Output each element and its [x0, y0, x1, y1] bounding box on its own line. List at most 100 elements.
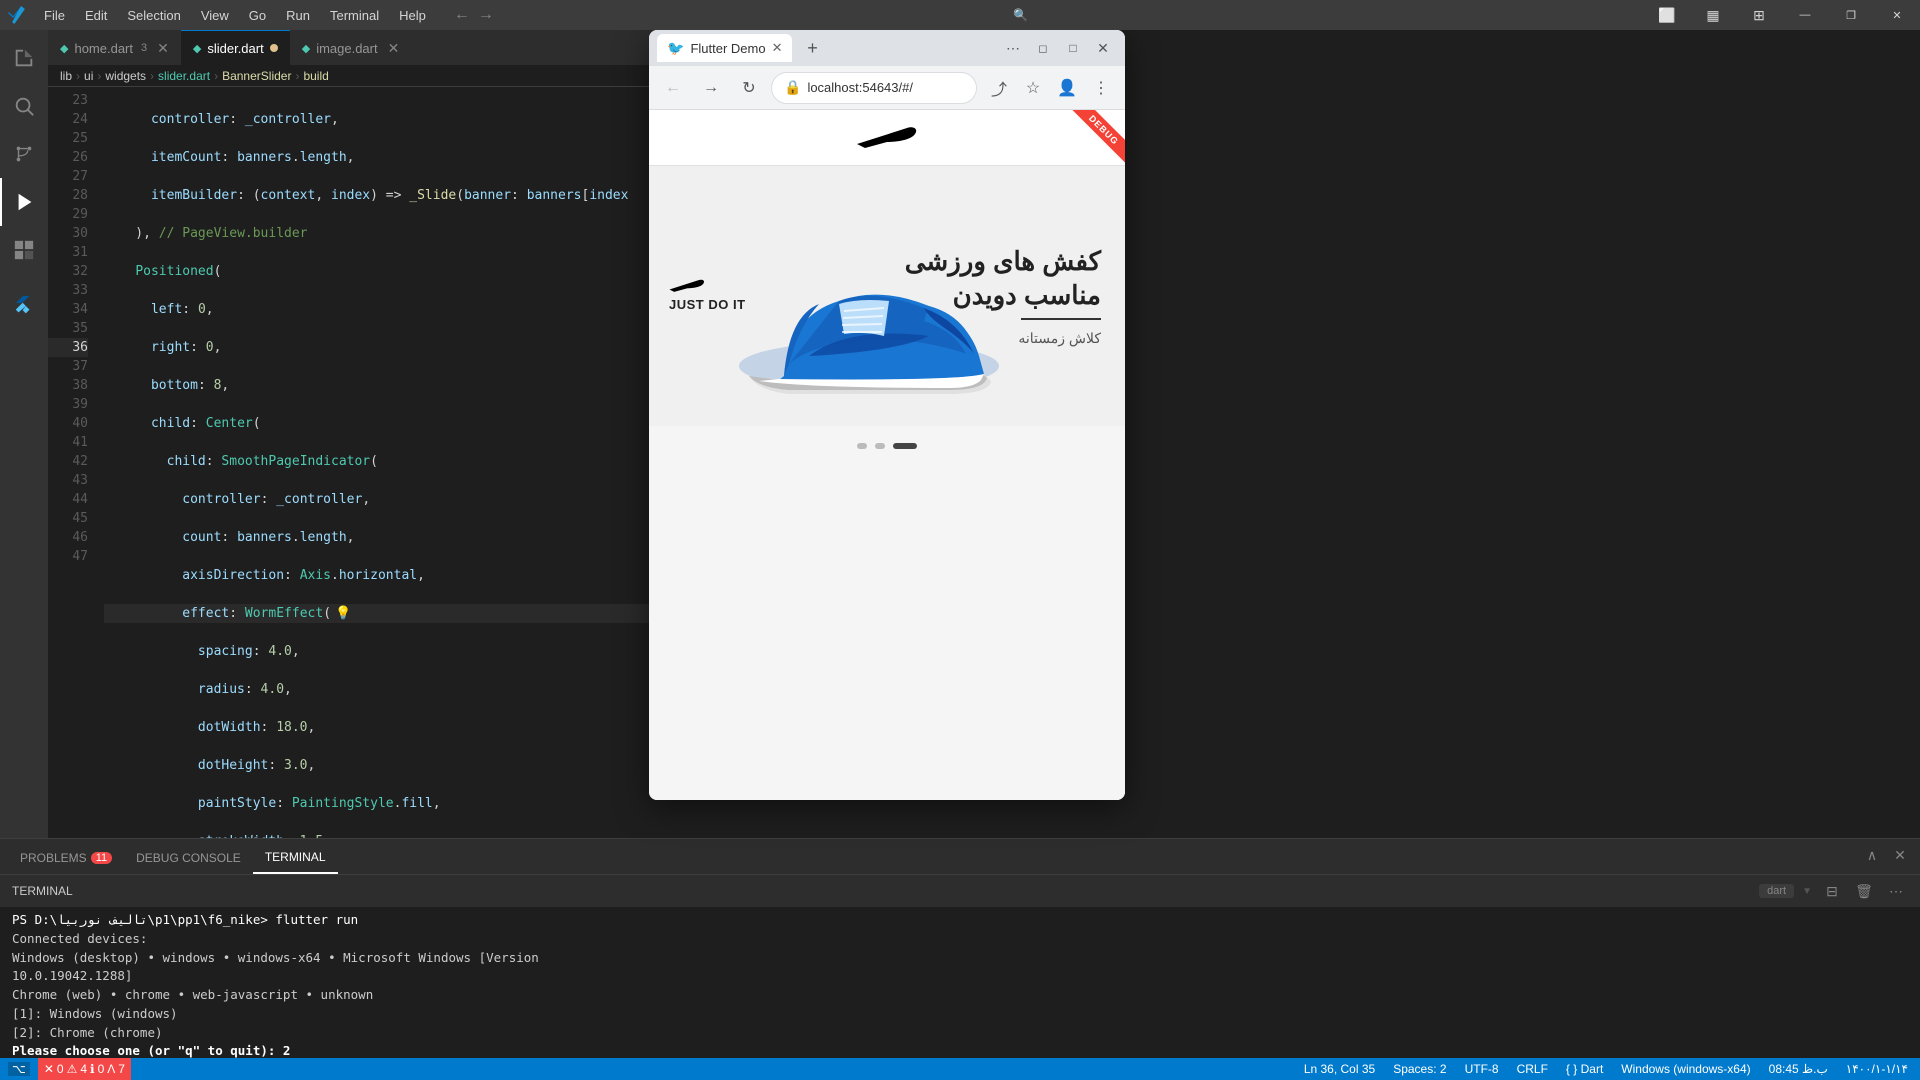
terminal-label: TERMINAL — [12, 884, 73, 898]
panel-toolbar-right: ∧ ✕ — [1860, 843, 1912, 867]
back-button[interactable]: ← — [454, 6, 470, 24]
terminal-trash-icon[interactable]: 🗑 — [1852, 879, 1876, 903]
status-line-ending[interactable]: CRLF — [1513, 1062, 1552, 1076]
terminal-line-1: PS D:\تالیف نوربیا\p1\pp1\f6_nike> flutt… — [12, 911, 1908, 930]
warning-icon: ⚠ — [67, 1062, 78, 1076]
status-language[interactable]: { } Dart — [1562, 1062, 1607, 1076]
address-bar[interactable]: 🔒 localhost:54643/#/ — [771, 72, 977, 104]
browser-tab-title: Flutter Demo — [690, 41, 765, 56]
menu-file[interactable]: File — [36, 6, 73, 25]
tab-problems[interactable]: PROBLEMS 11 — [8, 842, 124, 874]
share-icon[interactable]: ⤴ — [983, 72, 1015, 104]
menu-terminal[interactable]: Terminal — [322, 6, 387, 25]
tab-image-dart[interactable]: ◆ image.dart ✕ — [290, 30, 412, 65]
menu-help[interactable]: Help — [391, 6, 434, 25]
window-grid-icon[interactable]: ⊞ — [1736, 0, 1782, 30]
browser-maximize-icon[interactable]: □ — [1059, 34, 1087, 62]
vscode-logo-icon — [8, 6, 26, 24]
dart-file-icon: ◆ — [60, 42, 68, 55]
dart-file-icon-3: ◆ — [302, 42, 310, 55]
status-platform[interactable]: Windows (windows-x64) — [1617, 1062, 1754, 1076]
nike-small-logo-icon — [669, 279, 705, 293]
nike-logo-icon — [857, 126, 917, 150]
window-split-icon[interactable]: ⬜ — [1644, 0, 1690, 30]
menu-edit[interactable]: Edit — [77, 6, 115, 25]
flutter-favicon-icon: 🐦 — [667, 40, 684, 57]
terminal-menu-icon[interactable]: ⋯ — [1884, 879, 1908, 903]
activity-source-control-icon[interactable] — [0, 130, 48, 178]
panel-close-icon[interactable]: ✕ — [1888, 843, 1912, 867]
tab-terminal[interactable]: TERMINAL — [253, 842, 338, 874]
status-date: ۱۴۰۰/۱-۱/۱۴ — [1842, 1062, 1912, 1076]
panel-tabs: PROBLEMS 11 DEBUG CONSOLE TERMINAL ∧ ✕ — [0, 839, 1920, 874]
status-cursor[interactable]: Ln 36, Col 35 — [1300, 1062, 1379, 1076]
editor-tabs: ◆ home.dart 3 ✕ ◆ slider.dart ◆ image.da… — [48, 30, 698, 65]
status-spaces[interactable]: Spaces: 2 — [1389, 1062, 1450, 1076]
browser-minimize-icon[interactable]: ⋯ — [999, 34, 1027, 62]
status-right: Ln 36, Col 35 Spaces: 2 UTF-8 CRLF { } D… — [1300, 1062, 1912, 1076]
breadcrumb: lib › ui › widgets › slider.dart › Banne… — [48, 65, 698, 87]
browser-menu-icon[interactable]: ⋮ — [1085, 72, 1117, 104]
breadcrumb-file[interactable]: slider.dart — [158, 69, 210, 83]
browser-profile-icon[interactable]: 👤 — [1051, 72, 1083, 104]
page-indicators — [649, 426, 1125, 466]
bookmark-icon[interactable]: ☆ — [1017, 72, 1049, 104]
window-restore-button[interactable]: ❐ — [1828, 0, 1874, 30]
breadcrumb-class[interactable]: BannerSlider — [222, 69, 291, 83]
banner-area: JUST DO IT کفش های ورزشی مناسب دویدن کلا… — [649, 166, 1125, 426]
status-errors[interactable]: ✕ 0 ⚠ 4 ℹ 0 Λ 7 — [38, 1058, 131, 1080]
browser-titlebar: 🐦 Flutter Demo ✕ + ⋯ ◻ □ ✕ — [649, 30, 1125, 66]
menu-bar: File Edit Selection View Go Run Terminal… — [0, 0, 1920, 30]
dart-terminal-label[interactable]: dart — [1759, 884, 1794, 898]
status-left: ⌥ ✕ 0 ⚠ 4 ℹ 0 Λ 7 — [8, 1058, 131, 1080]
activity-flutter-icon[interactable] — [0, 282, 48, 330]
breadcrumb-method[interactable]: build — [303, 69, 328, 83]
browser-forward-button[interactable]: → — [695, 72, 727, 104]
persian-text-line3: کلاش زمستانه — [1018, 330, 1101, 347]
debug-label: DEBUG — [1070, 110, 1125, 164]
browser-window[interactable]: 🐦 Flutter Demo ✕ + ⋯ ◻ □ ✕ ← → ↻ 🔒 local… — [649, 30, 1125, 800]
activity-run-icon[interactable] — [0, 178, 48, 226]
terminal-line-6: [1]: Windows (windows) — [12, 1005, 1908, 1024]
banner-divider — [1021, 318, 1101, 320]
activity-explorer-icon[interactable] — [0, 34, 48, 82]
tab-close-image[interactable]: ✕ — [388, 40, 400, 57]
menu-go[interactable]: Go — [241, 6, 274, 25]
tab-home-dart[interactable]: ◆ home.dart 3 ✕ — [48, 30, 181, 65]
problems-badge: 11 — [91, 852, 112, 864]
terminal-split-icon[interactable]: ⊟ — [1820, 879, 1844, 903]
browser-tab[interactable]: 🐦 Flutter Demo ✕ — [657, 34, 792, 62]
window-controls: ⬜ ▦ ⊞ — ❐ ✕ — [1644, 0, 1920, 30]
menu-selection[interactable]: Selection — [119, 6, 188, 25]
activity-search-icon[interactable] — [0, 82, 48, 130]
browser-back-button[interactable]: ← — [657, 72, 689, 104]
browser-close-button[interactable]: ✕ — [1089, 34, 1117, 62]
tab-slider-dart[interactable]: ◆ slider.dart — [181, 30, 290, 65]
tab-debug-console[interactable]: DEBUG CONSOLE — [124, 842, 253, 874]
window-minimize-button[interactable]: — — [1782, 0, 1828, 30]
page-indicator-1 — [857, 443, 867, 449]
url-text: localhost:54643/#/ — [807, 80, 913, 95]
browser-win-controls: ⋯ ◻ □ ✕ — [999, 34, 1117, 62]
command-palette[interactable]: 🔍 — [1005, 4, 1405, 26]
menu-view[interactable]: View — [193, 6, 237, 25]
status-remote[interactable]: ⌥ — [8, 1062, 30, 1076]
remote-icon: ⌥ — [12, 1062, 26, 1076]
window-layout-icon[interactable]: ▦ — [1690, 0, 1736, 30]
info-icon: ℹ — [90, 1062, 95, 1076]
activity-extensions-icon[interactable] — [0, 226, 48, 274]
browser-reload-button[interactable]: ↻ — [733, 72, 765, 104]
browser-restore-icon[interactable]: ◻ — [1029, 34, 1057, 62]
error-icon: ✕ — [44, 1062, 54, 1076]
terminal-content[interactable]: PS D:\تالیف نوربیا\p1\pp1\f6_nike> flutt… — [0, 907, 1920, 1058]
browser-tab-close-icon[interactable]: ✕ — [772, 40, 783, 56]
menu-run[interactable]: Run — [278, 6, 318, 25]
debug-ribbon: DEBUG — [1045, 110, 1125, 190]
window-close-button[interactable]: ✕ — [1874, 0, 1920, 30]
browser-toolbar: ← → ↻ 🔒 localhost:54643/#/ ⤴ ☆ 👤 ⋮ — [649, 66, 1125, 110]
new-tab-button[interactable]: + — [798, 34, 826, 62]
forward-button[interactable]: → — [478, 6, 494, 24]
tab-close-home[interactable]: ✕ — [157, 40, 169, 57]
status-encoding[interactable]: UTF-8 — [1461, 1062, 1503, 1076]
panel-chevron-up-icon[interactable]: ∧ — [1860, 843, 1884, 867]
